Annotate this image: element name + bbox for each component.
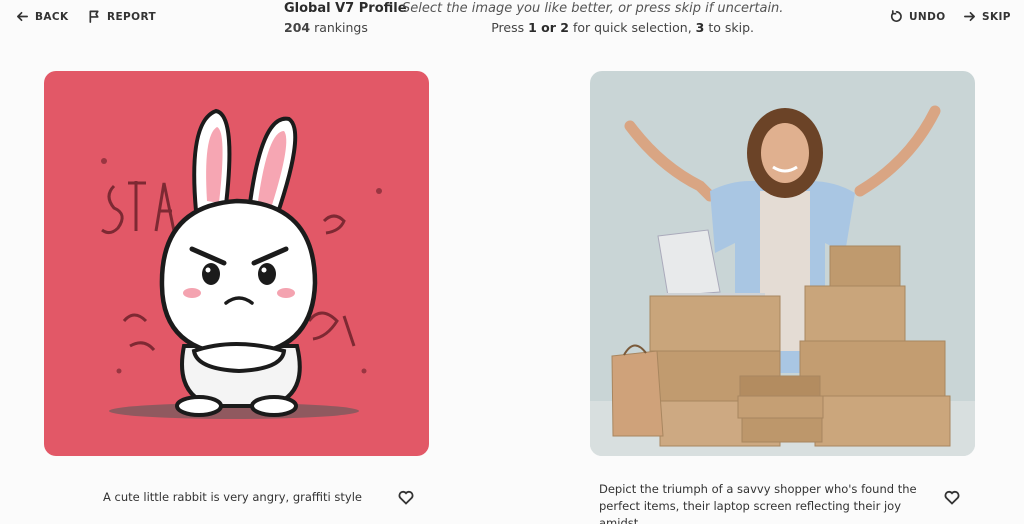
report-button[interactable]: REPORT	[88, 10, 156, 23]
instructions: Select the image you like better, or pre…	[402, 1, 784, 35]
arrow-right-icon	[964, 11, 975, 22]
undo-icon	[890, 10, 902, 22]
shopper-photo	[590, 71, 975, 456]
shortcut-prefix: Press	[491, 20, 529, 35]
skip-label: SKIP	[982, 10, 1011, 23]
undo-label: UNDO	[909, 10, 946, 23]
image-1-caption: A cute little rabbit is very angry, graf…	[103, 490, 362, 504]
back-button[interactable]: BACK	[16, 10, 69, 23]
title-block: Global V7 Profile 204 rankings	[284, 1, 407, 35]
image-2-caption: Depict the triumph of a savvy shopper wh…	[599, 482, 917, 524]
page-title: Global V7 Profile	[284, 1, 407, 16]
favorite-button-2[interactable]	[944, 490, 960, 505]
shortcut-hint: Press 1 or 2 for quick selection, 3 to s…	[402, 20, 754, 35]
rankings-suffix: rankings	[310, 20, 368, 35]
shortcut-suffix: to skip.	[704, 20, 754, 35]
rankings-count: 204 rankings	[284, 20, 407, 35]
favorite-button-1[interactable]	[398, 490, 414, 505]
image-option-2[interactable]	[590, 71, 975, 456]
instruction-text: Select the image you like better, or pre…	[402, 1, 784, 16]
skip-button[interactable]: SKIP	[963, 10, 1011, 23]
undo-button[interactable]: UNDO	[890, 10, 946, 23]
back-label: BACK	[35, 10, 69, 23]
report-label: REPORT	[107, 10, 157, 23]
image-option-1[interactable]	[44, 71, 429, 456]
shortcut-keys: 1 or 2	[528, 20, 569, 35]
arrow-left-icon	[17, 11, 28, 22]
shortcut-mid: for quick selection,	[568, 20, 696, 35]
rankings-number: 204	[284, 20, 311, 35]
heart-icon	[944, 490, 960, 505]
heart-icon	[398, 490, 414, 505]
flag-icon	[89, 10, 99, 23]
rabbit-illustration	[44, 71, 429, 456]
